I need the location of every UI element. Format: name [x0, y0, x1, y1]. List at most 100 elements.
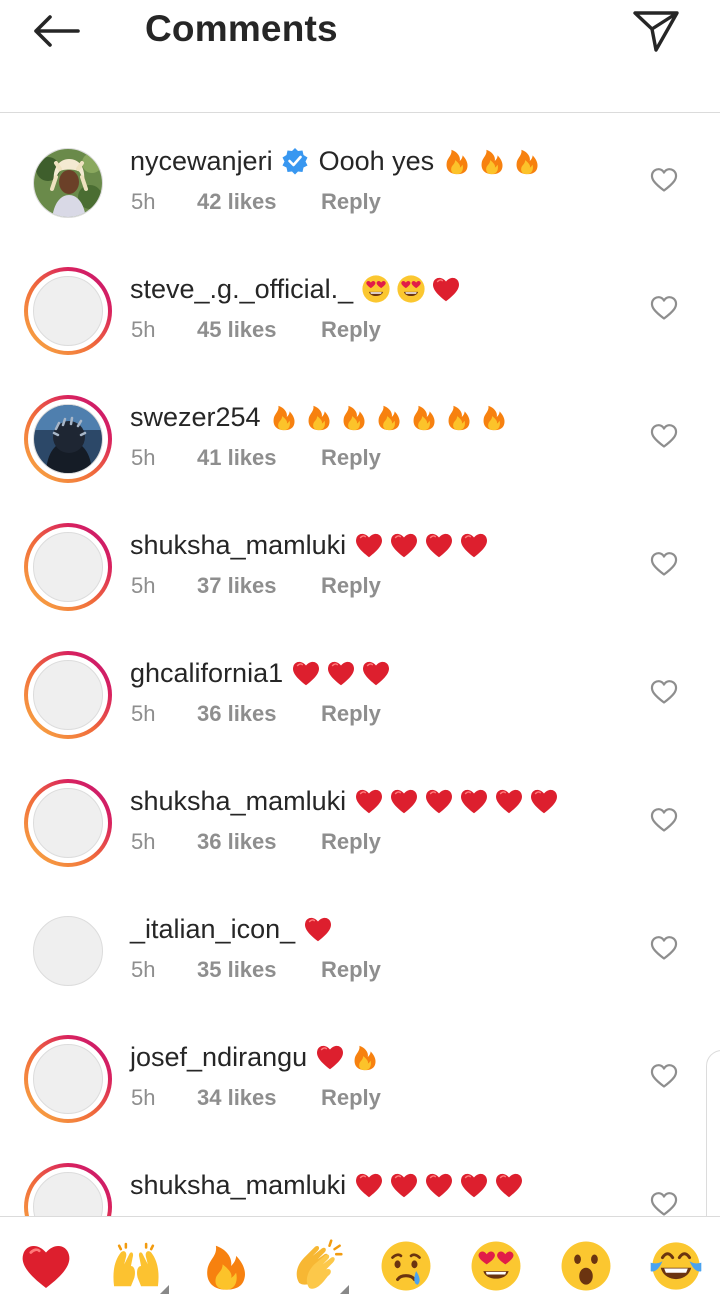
direct-message-icon[interactable] — [630, 6, 682, 54]
story-ring[interactable] — [24, 1163, 112, 1216]
story-ring[interactable] — [24, 1035, 112, 1123]
comment-row[interactable]: shuksha_mamluki 5h 36 likes Reply — [0, 753, 720, 881]
comment-row[interactable]: ghcalifornia1 5h 36 likes Reply — [0, 625, 720, 753]
avatar-frame[interactable] — [24, 139, 112, 227]
like-heart-icon[interactable] — [650, 167, 678, 193]
heart-emoji-icon — [389, 786, 419, 816]
comment-username[interactable]: steve_.g._official._ — [130, 274, 353, 305]
top-app-bar: Comments — [0, 0, 720, 113]
like-heart-icon[interactable] — [650, 807, 678, 833]
skin-tone-indicator-icon — [340, 1285, 349, 1294]
reply-button[interactable]: Reply — [321, 957, 381, 982]
comment-row[interactable]: nycewanjeri Oooh yes 5h 42 likes Reply — [0, 113, 720, 241]
comment-row[interactable]: shuksha_mamluki — [0, 1137, 720, 1216]
avatar-ring-gap — [28, 655, 108, 735]
comment-username[interactable]: ghcalifornia1 — [130, 658, 283, 689]
comment-row[interactable]: _italian_icon_ 5h 35 likes Reply — [0, 881, 720, 1009]
comment-row[interactable]: swezer254 5h 41 likes Reply — [0, 369, 720, 497]
comment-timestamp: 5h — [131, 701, 156, 726]
avatar[interactable] — [33, 788, 103, 858]
heart-emoji-icon — [459, 1170, 489, 1200]
avatar[interactable] — [33, 916, 103, 986]
comment-username[interactable]: josef_ndirangu — [130, 1042, 307, 1073]
heart-emoji-icon — [389, 530, 419, 560]
fire-emoji-icon — [442, 146, 472, 176]
reply-button[interactable]: Reply — [321, 1085, 381, 1110]
astonished-face-reaction-button[interactable] — [558, 1239, 614, 1293]
avatar[interactable] — [33, 1172, 103, 1216]
reply-button[interactable]: Reply — [321, 573, 381, 598]
comment-list[interactable]: nycewanjeri Oooh yes 5h 42 likes Reply steve_… — [0, 113, 720, 1216]
comment-username[interactable]: nycewanjeri — [130, 146, 273, 177]
comment-username[interactable]: shuksha_mamluki — [130, 786, 346, 817]
avatar-ring-gap — [28, 399, 108, 479]
like-heart-icon[interactable] — [650, 423, 678, 449]
story-ring[interactable] — [24, 267, 112, 355]
comment-timestamp: 5h — [131, 573, 156, 598]
comment-username[interactable]: _italian_icon_ — [130, 914, 295, 945]
heart-eyes-reaction-button[interactable] — [468, 1239, 524, 1293]
heart-emoji-icon — [354, 1170, 384, 1200]
comment-likes-count[interactable]: 36 likes — [197, 829, 321, 855]
raising-hands-reaction-button[interactable] — [108, 1239, 164, 1293]
fire-reaction-button[interactable] — [198, 1239, 254, 1293]
comment-likes-count[interactable]: 37 likes — [197, 573, 321, 599]
story-ring[interactable] — [24, 779, 112, 867]
reply-button[interactable]: Reply — [321, 317, 381, 342]
comment-emojis — [315, 1042, 385, 1072]
comment-likes-count[interactable]: 42 likes — [197, 189, 321, 215]
comment-likes-count[interactable]: 45 likes — [197, 317, 321, 343]
heart-emoji-icon — [459, 530, 489, 560]
heart-emoji-icon — [389, 1170, 419, 1200]
comment-username[interactable]: shuksha_mamluki — [130, 530, 346, 561]
story-ring[interactable] — [24, 395, 112, 483]
like-heart-icon[interactable] — [650, 1063, 678, 1089]
comment-username[interactable]: swezer254 — [130, 402, 261, 433]
reply-button[interactable]: Reply — [321, 701, 381, 726]
avatar[interactable] — [33, 1044, 103, 1114]
reply-button[interactable]: Reply — [321, 829, 381, 854]
avatar[interactable] — [33, 660, 103, 730]
comment-likes-count[interactable]: 41 likes — [197, 445, 321, 471]
like-heart-icon[interactable] — [650, 1191, 678, 1216]
fire-emoji-icon — [339, 402, 369, 432]
avatar-ring-gap — [28, 1167, 108, 1216]
heart-emoji-icon — [354, 530, 384, 560]
back-arrow-icon[interactable] — [28, 10, 84, 52]
clapping-hands-reaction-button[interactable] — [288, 1239, 344, 1293]
like-heart-icon[interactable] — [650, 551, 678, 577]
comment-row[interactable]: shuksha_mamluki 5h 37 likes Reply — [0, 497, 720, 625]
avatar[interactable] — [33, 148, 103, 218]
like-heart-icon[interactable] — [650, 679, 678, 705]
comment-body: steve_.g._official._ — [130, 269, 466, 309]
comment-likes-count[interactable]: 36 likes — [197, 701, 321, 727]
crying-face-reaction-button[interactable] — [378, 1239, 434, 1293]
avatar[interactable] — [33, 532, 103, 602]
like-heart-icon[interactable] — [650, 935, 678, 961]
comment-timestamp: 5h — [131, 1085, 156, 1110]
comment-emojis — [361, 274, 466, 304]
comment-timestamp: 5h — [131, 317, 156, 342]
comment-meta: 5h 37 likes Reply — [131, 573, 381, 599]
comment-meta: 5h 36 likes Reply — [131, 701, 381, 727]
heart-reaction-button[interactable] — [18, 1239, 74, 1293]
avatar[interactable] — [33, 276, 103, 346]
tears-of-joy-reaction-button[interactable] — [648, 1239, 704, 1293]
heart-eyes-emoji-icon — [361, 274, 391, 304]
avatar[interactable] — [33, 404, 103, 474]
comment-likes-count[interactable]: 35 likes — [197, 957, 321, 983]
comment-row[interactable]: josef_ndirangu 5h 34 likes Reply — [0, 1009, 720, 1137]
comment-meta: 5h 45 likes Reply — [131, 317, 381, 343]
story-ring[interactable] — [24, 523, 112, 611]
fire-emoji-icon — [479, 402, 509, 432]
reply-button[interactable]: Reply — [321, 445, 381, 470]
comment-likes-count[interactable]: 34 likes — [197, 1085, 321, 1111]
like-heart-icon[interactable] — [650, 295, 678, 321]
comment-username[interactable]: shuksha_mamluki — [130, 1170, 346, 1201]
story-ring[interactable] — [24, 651, 112, 739]
avatar-frame[interactable] — [24, 907, 112, 995]
comment-row[interactable]: steve_.g._official._ 5h 45 likes Reply — [0, 241, 720, 369]
verified-badge-icon — [281, 147, 309, 175]
reply-button[interactable]: Reply — [321, 189, 381, 214]
comment-timestamp: 5h — [131, 957, 156, 982]
